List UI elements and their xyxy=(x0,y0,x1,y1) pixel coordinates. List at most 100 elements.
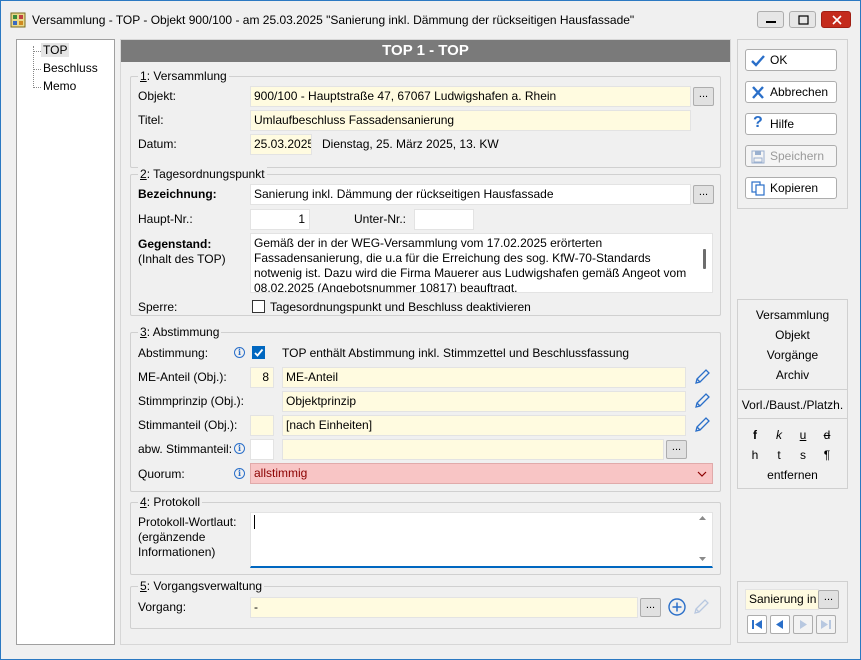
stimmprinzip-field[interactable]: Objektprinzip xyxy=(282,391,686,412)
haupt-nr-field[interactable]: 1 xyxy=(250,209,310,230)
nav-link-versammlung[interactable]: Versammlung xyxy=(738,308,847,322)
tree-connector xyxy=(33,51,41,52)
abstimmung-checkbox[interactable] xyxy=(252,346,265,359)
bezeichnung-field[interactable]: Sanierung inkl. Dämmung der rückseitigen… xyxy=(250,184,691,205)
me-anteil-number[interactable]: 8 xyxy=(250,367,274,388)
minimize-button[interactable] xyxy=(757,11,784,28)
tree-connector xyxy=(33,46,34,88)
objekt-field[interactable]: 900/100 - Hauptstraße 47, 67067 Ludwigsh… xyxy=(250,86,691,107)
app-icon xyxy=(10,12,26,28)
sperre-checkbox-label[interactable]: Tagesordnungspunkt und Beschluss deaktiv… xyxy=(270,300,531,314)
speichern-button[interactable]: Speichern xyxy=(745,145,837,167)
quorum-label: Quorum: xyxy=(138,467,185,481)
vorgang-lookup-button[interactable]: ... xyxy=(640,598,661,617)
format-italic-button[interactable]: k xyxy=(772,428,786,442)
kopieren-button[interactable]: Kopieren xyxy=(745,177,837,199)
stimmanteil-field[interactable]: [nach Einheiten] xyxy=(282,415,686,436)
format-t-button[interactable]: t xyxy=(772,448,786,462)
entfernen-button[interactable]: entfernen xyxy=(738,468,847,482)
speichern-label: Speichern xyxy=(770,149,825,163)
stimmanteil-number[interactable] xyxy=(250,415,274,436)
search-lookup-button[interactable]: ... xyxy=(818,590,839,609)
edit-vorgang-button[interactable] xyxy=(690,597,712,617)
gegenstand-label: Gegenstand: xyxy=(138,237,212,251)
datum-field[interactable]: 25.03.2025 xyxy=(250,134,312,155)
maximize-button[interactable] xyxy=(789,11,816,28)
sperre-checkbox[interactable] xyxy=(252,300,265,313)
bezeichnung-lookup-button[interactable]: ... xyxy=(693,185,714,204)
nav-link-vorgaenge[interactable]: Vorgänge xyxy=(738,348,847,362)
dialog-window: Versammlung - TOP - Objekt 900/100 - am … xyxy=(0,0,861,660)
datum-info-text: Dienstag, 25. März 2025, 13. KW xyxy=(322,137,499,151)
section-vorgangsverwaltung: 5: Vorgangsverwaltung Vorgang: - ... xyxy=(130,579,721,629)
objekt-lookup-button[interactable]: ... xyxy=(693,87,714,106)
info-icon[interactable]: i xyxy=(234,347,245,358)
quorum-select[interactable]: allstimmig xyxy=(250,463,713,484)
vorlage-link[interactable]: Vorl./Baust./Platzh. xyxy=(738,398,847,412)
next-record-button[interactable] xyxy=(793,615,813,634)
help-icon: ? xyxy=(753,114,763,131)
scrollbar-thumb[interactable] xyxy=(703,249,706,269)
gegenstand-line: Gemäß der in der WEG-Versammlung vom 17.… xyxy=(254,236,603,250)
edit-stimmanteil-button[interactable] xyxy=(691,415,713,435)
me-anteil-field[interactable]: ME-Anteil xyxy=(282,367,686,388)
me-anteil-label: ME-Anteil (Obj.): xyxy=(138,370,227,384)
copy-icon xyxy=(751,181,765,196)
edit-me-anteil-button[interactable] xyxy=(691,367,713,387)
gegenstand-textarea[interactable]: Gemäß der in der WEG-Versammlung vom 17.… xyxy=(250,233,713,293)
tree-item-memo[interactable]: Memo xyxy=(43,79,76,93)
scroll-down-icon[interactable] xyxy=(698,556,707,562)
abw-stimmanteil-lookup-button[interactable]: ... xyxy=(666,440,687,459)
divider xyxy=(738,389,847,390)
info-icon[interactable]: i xyxy=(234,443,245,454)
hilfe-label: Hilfe xyxy=(770,117,795,131)
edit-stimmprinzip-button[interactable] xyxy=(691,391,713,411)
titel-label: Titel: xyxy=(138,113,164,127)
section-tagesordnungspunkt: 2: Tagesordnungspunkt Bezeichnung: Sanie… xyxy=(130,167,721,316)
abbrechen-button[interactable]: Abbrechen xyxy=(745,81,837,103)
first-record-button[interactable] xyxy=(747,615,767,634)
section-title: 4: Protokoll xyxy=(138,495,203,509)
pencil-icon xyxy=(695,369,710,384)
previous-record-button[interactable] xyxy=(770,615,790,634)
tree-item-beschluss[interactable]: Beschluss xyxy=(43,61,98,75)
format-underline-button[interactable]: u xyxy=(796,428,810,442)
divider xyxy=(738,418,847,419)
chevron-down-icon[interactable] xyxy=(697,470,707,478)
format-paragraph-button[interactable]: ¶ xyxy=(820,448,834,462)
hilfe-button[interactable]: ? Hilfe xyxy=(745,113,837,135)
nav-link-objekt[interactable]: Objekt xyxy=(738,328,847,342)
section-title: 1: Versammlung xyxy=(138,69,229,83)
abw-stimmanteil-field[interactable] xyxy=(282,439,664,460)
cancel-icon xyxy=(752,86,764,99)
navigation-tree: TOP Beschluss Memo xyxy=(16,39,115,645)
title-bar[interactable]: Versammlung - TOP - Objekt 900/100 - am … xyxy=(1,1,860,38)
format-s-button[interactable]: s xyxy=(796,448,810,462)
format-strike-button[interactable]: d xyxy=(820,428,834,442)
last-record-button[interactable] xyxy=(816,615,836,634)
scroll-up-icon[interactable] xyxy=(698,515,707,521)
vorgang-field[interactable]: - xyxy=(250,597,638,618)
format-h-button[interactable]: h xyxy=(748,448,762,462)
ok-button[interactable]: OK xyxy=(745,49,837,71)
window-title: Versammlung - TOP - Objekt 900/100 - am … xyxy=(32,13,635,27)
close-button[interactable] xyxy=(821,11,851,28)
info-icon[interactable]: i xyxy=(234,468,245,479)
stimmprinzip-label: Stimmprinzip (Obj.): xyxy=(138,394,245,408)
nav-link-archiv[interactable]: Archiv xyxy=(738,368,847,382)
unter-nr-field[interactable] xyxy=(414,209,474,230)
protokoll-label: Protokoll-Wortlaut: xyxy=(138,515,237,529)
search-field[interactable]: Sanierung in xyxy=(745,589,819,610)
stimmanteil-label: Stimmanteil (Obj.): xyxy=(138,418,238,432)
tree-item-top[interactable]: TOP xyxy=(41,43,70,57)
checkmark-icon xyxy=(254,348,264,357)
protokoll-sublabel: Informationen) xyxy=(138,545,216,559)
abw-stimmanteil-number[interactable] xyxy=(250,439,274,460)
close-icon xyxy=(832,15,842,25)
titel-field[interactable]: Umlaufbeschluss Fassadensanierung xyxy=(250,110,691,131)
abstimmung-checkbox-label[interactable]: TOP enthält Abstimmung inkl. Stimmzettel… xyxy=(282,346,629,360)
section-versammlung: 1: Versammlung Objekt: 900/100 - Hauptst… xyxy=(130,69,721,168)
format-bold-button[interactable]: f xyxy=(748,428,762,442)
protokoll-textarea[interactable] xyxy=(250,512,713,568)
add-vorgang-button[interactable] xyxy=(666,596,688,618)
